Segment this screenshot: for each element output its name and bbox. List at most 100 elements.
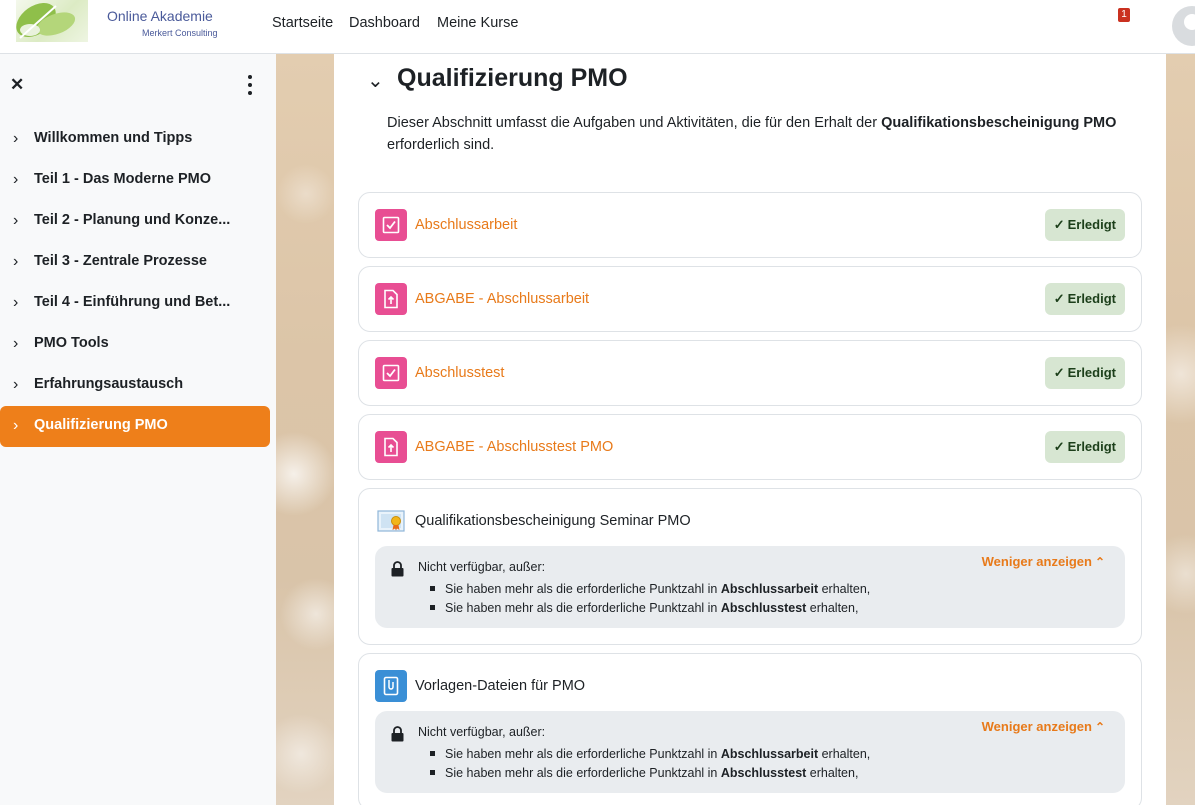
condition-text-end: erhalten, xyxy=(806,601,859,615)
drawer-item-label: Erfahrungsaustausch xyxy=(34,376,184,392)
activity-link[interactable]: Vorlagen-Dateien für PMO xyxy=(415,678,585,694)
completion-badge: ✓ Erledigt xyxy=(1044,283,1125,315)
condition-activity: Abschlussarbeit xyxy=(720,582,819,596)
drawer-item-label: Teil 2 - Planung und Konze... xyxy=(34,212,231,228)
more-options-icon[interactable] xyxy=(238,73,262,97)
chevron-right-icon: › xyxy=(13,294,19,311)
restriction-conditions: Sie haben mehr als die erforderliche Pun… xyxy=(430,745,870,783)
chevron-right-icon: › xyxy=(13,171,19,188)
logo-image xyxy=(16,0,88,42)
notification-badge[interactable]: 1 xyxy=(1118,8,1130,22)
course-section: ⌄ Qualifizierung PMO Dieser Abschnitt um… xyxy=(334,54,1166,805)
nav-dashboard[interactable]: Dashboard xyxy=(349,15,420,31)
drawer-item-qualifizierung-pmo[interactable]: › Qualifizierung PMO xyxy=(0,406,270,447)
section-description-text-end: erforderlich sind. xyxy=(387,137,495,153)
chevron-up-icon: ⌃ xyxy=(1094,720,1105,734)
condition-activity: Abschlussarbeit xyxy=(720,747,819,761)
drawer-item-label: Willkommen und Tipps xyxy=(34,130,193,146)
checkmark-icon: ✓ xyxy=(1053,291,1065,306)
drawer-item-teil-2[interactable]: › Teil 2 - Planung und Konze... xyxy=(0,201,270,242)
activity-link[interactable]: ABGABE - Abschlussarbeit xyxy=(415,291,589,307)
restriction-conditions: Sie haben mehr als die erforderliche Pun… xyxy=(430,580,870,618)
completion-badge: ✓ Erledigt xyxy=(1044,209,1125,241)
restriction-condition: Sie haben mehr als die erforderliche Pun… xyxy=(430,745,870,764)
drawer-item-label: Teil 3 - Zentrale Prozesse xyxy=(34,253,207,269)
chevron-right-icon: › xyxy=(13,130,19,147)
chevron-right-icon: › xyxy=(13,376,19,393)
completion-badge: ✓ Erledigt xyxy=(1044,357,1125,389)
checkmark-icon: ✓ xyxy=(1053,439,1065,454)
chevron-up-icon: ⌃ xyxy=(1094,555,1105,569)
top-navbar: Online Akademie Merkert Consulting Start… xyxy=(0,0,1195,54)
section-description-bold: Qualifikationsbescheinigung PMO xyxy=(881,115,1117,131)
drawer-item-label: Qualifizierung PMO xyxy=(34,417,168,433)
assignment-icon xyxy=(375,431,407,463)
lock-icon xyxy=(391,726,404,742)
condition-text-end: erhalten, xyxy=(818,747,871,761)
condition-activity: Abschlusstest xyxy=(720,766,807,780)
completion-label: Erledigt xyxy=(1067,291,1116,306)
condition-activity: Abschlusstest xyxy=(720,601,807,615)
drawer-item-teil-4[interactable]: › Teil 4 - Einführung und Bet... xyxy=(0,283,270,324)
restriction-condition: Sie haben mehr als die erforderliche Pun… xyxy=(430,580,870,599)
logo-title: Online Akademie xyxy=(107,8,213,24)
checkmark-icon: ✓ xyxy=(1053,365,1065,380)
collapse-section-icon[interactable]: ⌄ xyxy=(367,68,384,93)
completion-badge: ✓ Erledigt xyxy=(1044,431,1125,463)
chevron-right-icon: › xyxy=(13,253,19,270)
activity-vorlagen-dateien: Vorlagen-Dateien für PMO Nicht verfügbar… xyxy=(358,653,1142,805)
drawer-item-teil-3[interactable]: › Teil 3 - Zentrale Prozesse xyxy=(0,242,270,283)
course-index-drawer: ✕ › Willkommen und Tipps › Teil 1 - Das … xyxy=(0,54,276,805)
section-description: Dieser Abschnitt umfasst die Aufgaben un… xyxy=(387,112,1157,156)
restriction-info: Nicht verfügbar, außer: Weniger anzeigen… xyxy=(375,711,1125,793)
assignment-icon xyxy=(375,283,407,315)
restriction-info: Nicht verfügbar, außer: Weniger anzeigen… xyxy=(375,546,1125,628)
activity-abgabe-abschlussarbeit: ABGABE - Abschlussarbeit ✓ Erledigt xyxy=(358,266,1142,332)
drawer-item-pmo-tools[interactable]: › PMO Tools xyxy=(0,324,270,365)
restriction-condition: Sie haben mehr als die erforderliche Pun… xyxy=(430,599,870,618)
condition-text: Sie haben mehr als die erforderliche Pun… xyxy=(445,601,721,615)
folder-file-icon xyxy=(375,670,407,702)
restriction-heading: Nicht verfügbar, außer: xyxy=(418,560,546,574)
condition-text-end: erhalten, xyxy=(806,766,859,780)
completion-label: Erledigt xyxy=(1067,439,1116,454)
drawer-item-willkommen[interactable]: › Willkommen und Tipps xyxy=(0,119,270,160)
section-title: Qualifizierung PMO xyxy=(397,64,628,92)
drawer-item-label: Teil 4 - Einführung und Bet... xyxy=(34,294,231,310)
nav-startseite[interactable]: Startseite xyxy=(272,15,333,31)
chevron-right-icon: › xyxy=(13,212,19,229)
chevron-right-icon: › xyxy=(13,417,19,434)
condition-text: Sie haben mehr als die erforderliche Pun… xyxy=(445,747,721,761)
activity-qualifikationsbescheinigung: Qualifikationsbescheinigung Seminar PMO … xyxy=(358,488,1142,645)
activity-link[interactable]: Abschlusstest xyxy=(415,365,504,381)
lock-icon xyxy=(391,561,404,577)
show-less-label: Weniger anzeigen xyxy=(981,554,1092,569)
completion-label: Erledigt xyxy=(1067,217,1116,232)
activity-abgabe-abschlusstest: ABGABE - Abschlusstest PMO ✓ Erledigt xyxy=(358,414,1142,480)
quiz-icon xyxy=(375,209,407,241)
activity-link[interactable]: Qualifikationsbescheinigung Seminar PMO xyxy=(415,513,691,529)
user-avatar[interactable] xyxy=(1172,6,1195,46)
restriction-condition: Sie haben mehr als die erforderliche Pun… xyxy=(430,764,870,783)
drawer-item-label: Teil 1 - Das Moderne PMO xyxy=(34,171,211,187)
drawer-item-label: PMO Tools xyxy=(34,335,109,351)
activity-link[interactable]: ABGABE - Abschlusstest PMO xyxy=(415,439,613,455)
nav-meine-kurse[interactable]: Meine Kurse xyxy=(437,15,518,31)
close-drawer-icon[interactable]: ✕ xyxy=(10,75,24,95)
show-less-toggle[interactable]: Weniger anzeigen ⌃ xyxy=(982,554,1105,569)
restriction-heading: Nicht verfügbar, außer: xyxy=(418,725,546,739)
checkmark-icon: ✓ xyxy=(1053,217,1065,232)
show-less-toggle[interactable]: Weniger anzeigen ⌃ xyxy=(982,719,1105,734)
logo-subtitle: Merkert Consulting xyxy=(142,28,218,38)
drawer-item-erfahrungsaustausch[interactable]: › Erfahrungsaustausch xyxy=(0,365,270,406)
site-logo[interactable]: Online Akademie Merkert Consulting xyxy=(16,0,230,42)
certificate-icon xyxy=(375,505,407,537)
condition-text: Sie haben mehr als die erforderliche Pun… xyxy=(445,582,721,596)
section-description-text: Dieser Abschnitt umfasst die Aufgaben un… xyxy=(387,115,882,131)
activity-abschlussarbeit: Abschlussarbeit ✓ Erledigt xyxy=(358,192,1142,258)
drawer-item-teil-1[interactable]: › Teil 1 - Das Moderne PMO xyxy=(0,160,270,201)
show-less-label: Weniger anzeigen xyxy=(981,719,1092,734)
condition-text: Sie haben mehr als die erforderliche Pun… xyxy=(445,766,721,780)
activity-link[interactable]: Abschlussarbeit xyxy=(415,217,517,233)
condition-text-end: erhalten, xyxy=(818,582,871,596)
